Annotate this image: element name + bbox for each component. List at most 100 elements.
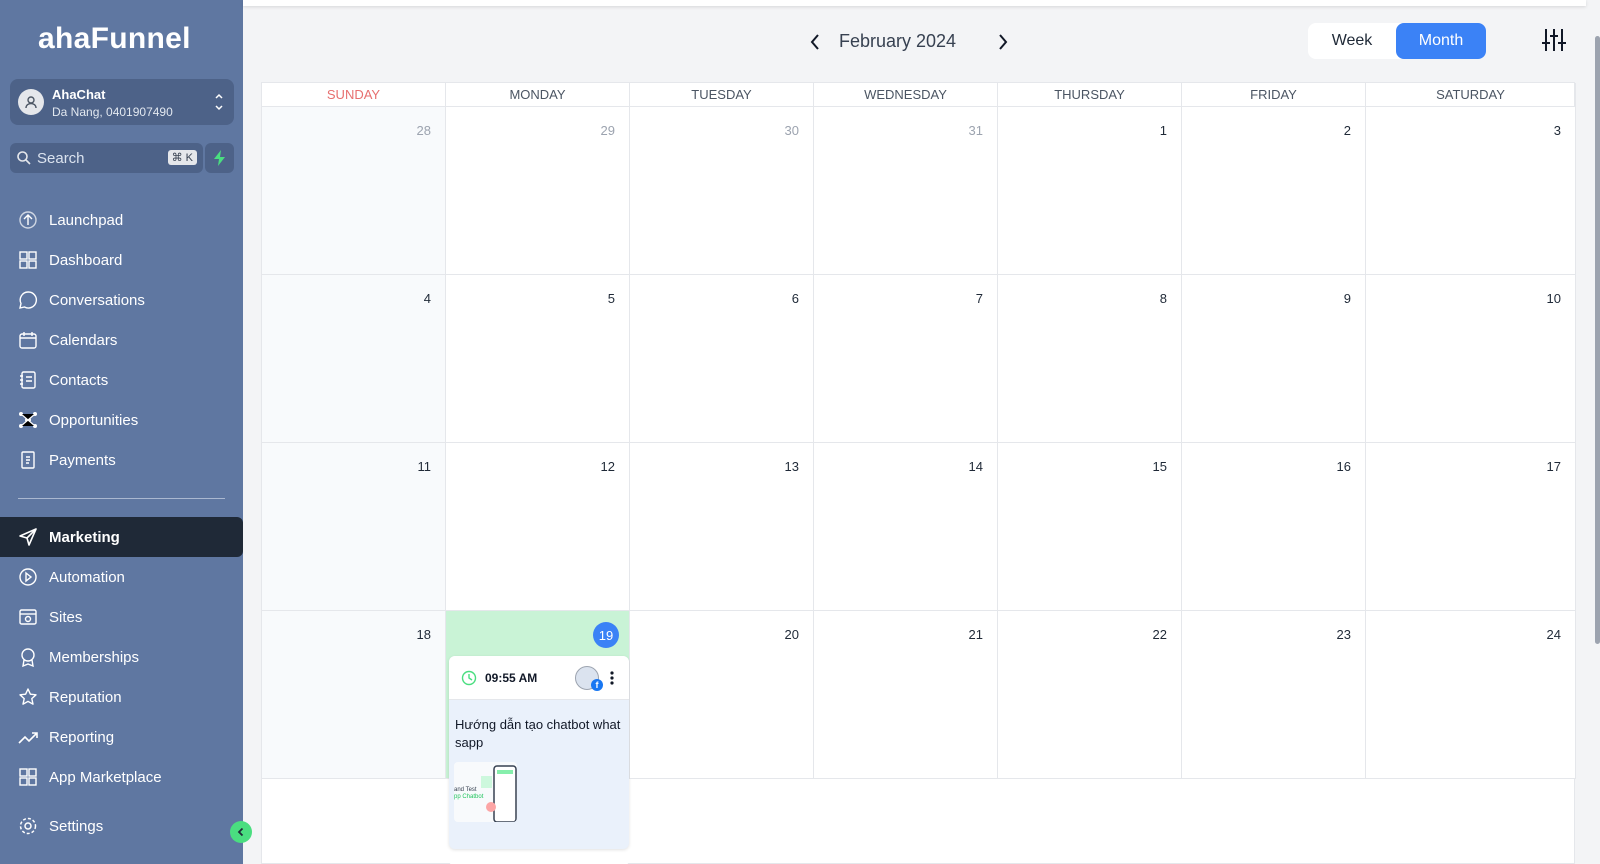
chevron-left-icon[interactable] bbox=[805, 31, 825, 53]
sidebar-item-label: Conversations bbox=[49, 291, 145, 309]
post-time: 09:55 AM bbox=[485, 671, 538, 685]
month-title: February 2024 bbox=[839, 31, 957, 51]
sidebar-item-payments[interactable]: Payments bbox=[0, 440, 243, 480]
more-vertical-icon[interactable] bbox=[609, 670, 615, 686]
day-cell[interactable]: 17 bbox=[1366, 443, 1576, 611]
day-cell[interactable]: 12 bbox=[446, 443, 630, 611]
day-number: 10 bbox=[1546, 291, 1561, 306]
sidebar-item-dashboard[interactable]: Dashboard bbox=[0, 240, 243, 280]
day-cell[interactable]: 21 bbox=[814, 611, 998, 779]
day-cell[interactable]: 8 bbox=[998, 275, 1182, 443]
day-cell[interactable]: 28 bbox=[262, 107, 446, 275]
top-bar bbox=[243, 0, 1586, 6]
launchpad-icon bbox=[18, 210, 38, 230]
sidebar-divider bbox=[18, 498, 225, 499]
sidebar-item-calendars[interactable]: Calendars bbox=[0, 320, 243, 360]
day-cell[interactable]: 6 bbox=[630, 275, 814, 443]
send-icon bbox=[18, 527, 38, 547]
thumbnail-caption-1: and Test bbox=[454, 787, 477, 793]
sidebar-item-conversations[interactable]: Conversations bbox=[0, 280, 243, 320]
sidebar-item-opportunities[interactable]: Opportunities bbox=[0, 400, 243, 440]
scrollbar[interactable] bbox=[1595, 36, 1600, 644]
chevron-updown-icon bbox=[215, 93, 223, 111]
payments-icon bbox=[18, 450, 38, 470]
day-cell[interactable]: 11 bbox=[262, 443, 446, 611]
month-view-button[interactable]: Month bbox=[1396, 23, 1486, 59]
day-cell[interactable]: 3 bbox=[1366, 107, 1576, 275]
sidebar-item-label: Reporting bbox=[49, 728, 115, 746]
day-cell[interactable]: 4 bbox=[262, 275, 446, 443]
weekday-header: WEDNESDAY bbox=[814, 83, 998, 107]
day-number: 12 bbox=[600, 459, 615, 474]
quick-action-button[interactable] bbox=[205, 143, 234, 173]
day-cell[interactable]: 31 bbox=[814, 107, 998, 275]
month-grid: SUNDAY MONDAY TUESDAY WEDNESDAY THURSDAY FRID… bbox=[261, 82, 1576, 864]
account-name: AhaChat bbox=[52, 87, 106, 102]
day-cell[interactable]: 16 bbox=[1182, 443, 1366, 611]
day-cell[interactable]: 30 bbox=[630, 107, 814, 275]
memberships-icon bbox=[18, 647, 38, 667]
day-number: 18 bbox=[416, 627, 431, 642]
sidebar-item-marketing[interactable]: Marketing bbox=[0, 517, 243, 557]
day-cell[interactable]: 22 bbox=[998, 611, 1182, 779]
scheduled-post-card[interactable]: 09:55 AM f Hướng dẫn tạo chatbot whatsapp a… bbox=[449, 656, 629, 849]
sidebar-item-label: Sites bbox=[49, 608, 83, 626]
sidebar-item-reporting[interactable]: Reporting bbox=[0, 717, 243, 757]
day-cell[interactable]: 29 bbox=[446, 107, 630, 275]
day-cell[interactable]: 5 bbox=[446, 275, 630, 443]
day-cell[interactable]: 9 bbox=[1182, 275, 1366, 443]
day-cell[interactable]: 15 bbox=[998, 443, 1182, 611]
day-number: 29 bbox=[600, 123, 615, 138]
day-cell[interactable]: 24 bbox=[1366, 611, 1576, 779]
clock-icon bbox=[461, 670, 477, 686]
sidebar-item-label: Marketing bbox=[49, 528, 120, 546]
day-number: 22 bbox=[1152, 627, 1167, 642]
day-cell[interactable]: 20 bbox=[630, 611, 814, 779]
day-number: 14 bbox=[968, 459, 983, 474]
sidebar: ahaFunnel AhaChat Da Nang, 0401907490 Se… bbox=[0, 0, 243, 864]
weekday-header: SATURDAY bbox=[1366, 83, 1576, 107]
weekday-header: SUNDAY bbox=[262, 83, 446, 107]
sidebar-item-settings[interactable]: Settings bbox=[0, 806, 243, 846]
collapse-sidebar-button[interactable] bbox=[230, 821, 252, 843]
sidebar-item-label: Memberships bbox=[49, 648, 140, 666]
day-cell[interactable]: 1 bbox=[998, 107, 1182, 275]
day-number: 1 bbox=[1159, 123, 1167, 138]
day-cell[interactable]: 7 bbox=[814, 275, 998, 443]
search-icon bbox=[17, 151, 31, 165]
post-thumbnail[interactable]: and Test pp Chatbot bbox=[454, 762, 517, 822]
day-cell[interactable]: 19 09:55 AM f Hướng dẫn tạo chatbot whatsap… bbox=[446, 611, 630, 864]
sidebar-item-launchpad[interactable]: Launchpad bbox=[0, 200, 243, 240]
sidebar-item-reputation[interactable]: Reputation bbox=[0, 677, 243, 717]
day-cell[interactable]: 23 bbox=[1182, 611, 1366, 779]
day-cell[interactable]: 18 bbox=[262, 611, 446, 779]
day-cell[interactable]: 14 bbox=[814, 443, 998, 611]
trend-icon bbox=[18, 727, 38, 747]
week-view-button[interactable]: Week bbox=[1308, 23, 1396, 59]
sidebar-item-contacts[interactable]: Contacts bbox=[0, 360, 243, 400]
sidebar-item-sites[interactable]: Sites bbox=[0, 597, 243, 637]
day-number: 30 bbox=[784, 123, 799, 138]
filter-sliders-icon[interactable] bbox=[1541, 27, 1567, 53]
weekday-header: MONDAY bbox=[446, 83, 630, 107]
bolt-icon bbox=[213, 150, 225, 166]
main-content: February 2024 Week Month SUNDAY MONDAY TUE… bbox=[243, 0, 1600, 864]
sidebar-item-app-marketplace[interactable]: App Marketplace bbox=[0, 757, 243, 797]
sidebar-item-label: Payments bbox=[49, 451, 116, 469]
star-icon bbox=[18, 687, 38, 707]
day-cell[interactable]: 2 bbox=[1182, 107, 1366, 275]
day-number: 20 bbox=[784, 627, 799, 642]
sidebar-item-memberships[interactable]: Memberships bbox=[0, 637, 243, 677]
day-cell[interactable]: 10 bbox=[1366, 275, 1576, 443]
account-switcher[interactable]: AhaChat Da Nang, 0401907490 bbox=[10, 79, 234, 125]
day-cell[interactable]: 13 bbox=[630, 443, 814, 611]
logo: ahaFunnel bbox=[38, 22, 191, 55]
day-number: 11 bbox=[417, 459, 432, 474]
day-number: 21 bbox=[968, 627, 983, 642]
search-input[interactable]: Search ⌘ K bbox=[10, 143, 203, 173]
sidebar-item-automation[interactable]: Automation bbox=[0, 557, 243, 597]
day-number: 28 bbox=[416, 123, 431, 138]
day-number: 24 bbox=[1546, 627, 1561, 642]
day-number: 4 bbox=[423, 291, 431, 306]
chevron-right-icon[interactable] bbox=[993, 31, 1013, 53]
